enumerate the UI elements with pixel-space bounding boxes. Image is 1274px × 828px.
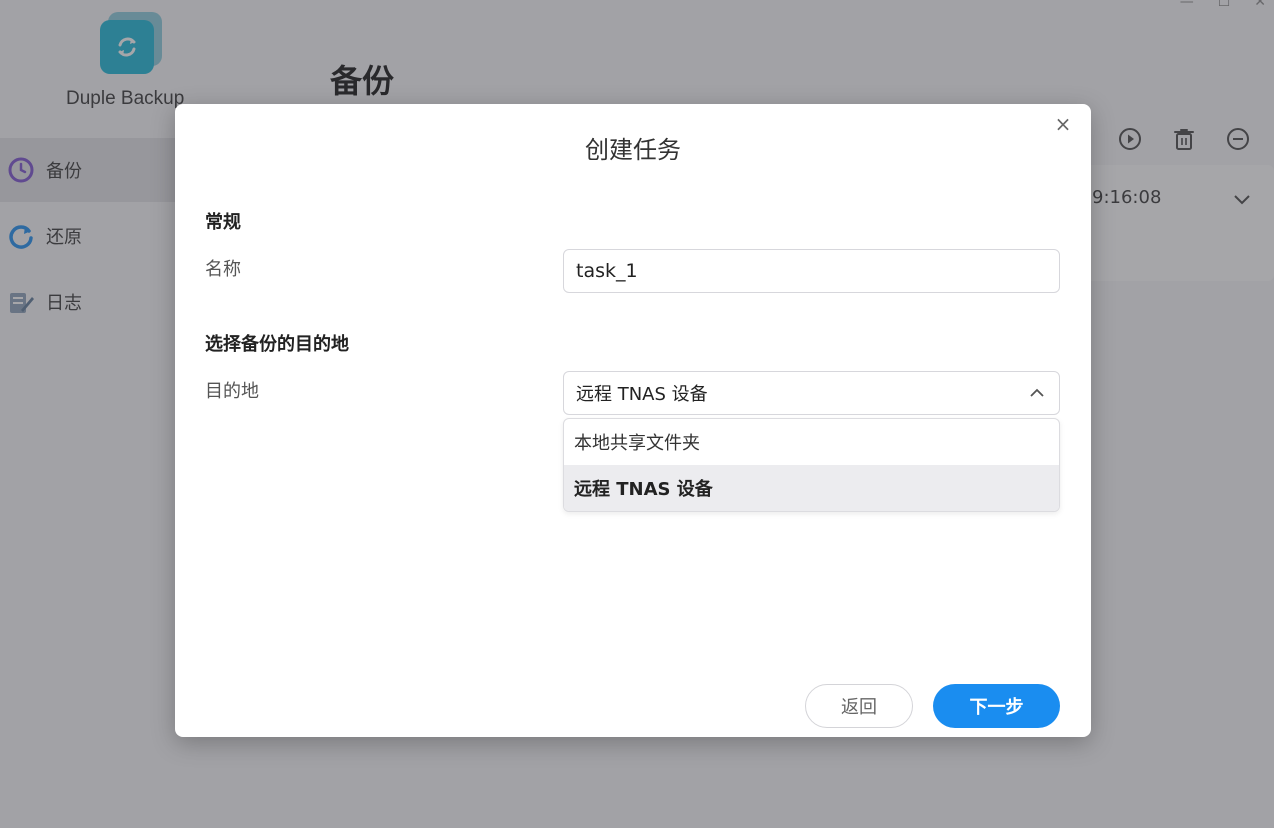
back-button[interactable]: 返回: [805, 684, 913, 728]
dialog-title: 创建任务: [585, 136, 681, 164]
section-title-general: 常规: [205, 212, 241, 233]
next-button[interactable]: 下一步: [933, 684, 1060, 728]
option-local-shared-folder[interactable]: 本地共享文件夹: [564, 419, 1059, 465]
section-title-destination: 选择备份的目的地: [205, 334, 349, 355]
option-remote-tnas[interactable]: 远程 TNAS 设备: [564, 465, 1059, 511]
destination-label: 目的地: [205, 381, 259, 402]
destination-select-value: 远程 TNAS 设备: [576, 384, 708, 405]
destination-select[interactable]: 远程 TNAS 设备: [563, 371, 1060, 415]
create-task-dialog: 创建任务 × 常规 名称 选择备份的目的地 目的地 远程 TNAS 设备 本地共…: [175, 104, 1091, 737]
chevron-up-icon: [1030, 388, 1044, 397]
close-icon[interactable]: ×: [1053, 114, 1073, 134]
task-name-input[interactable]: [563, 249, 1060, 293]
destination-dropdown: 本地共享文件夹 远程 TNAS 设备: [563, 418, 1060, 512]
name-label: 名称: [205, 259, 241, 280]
